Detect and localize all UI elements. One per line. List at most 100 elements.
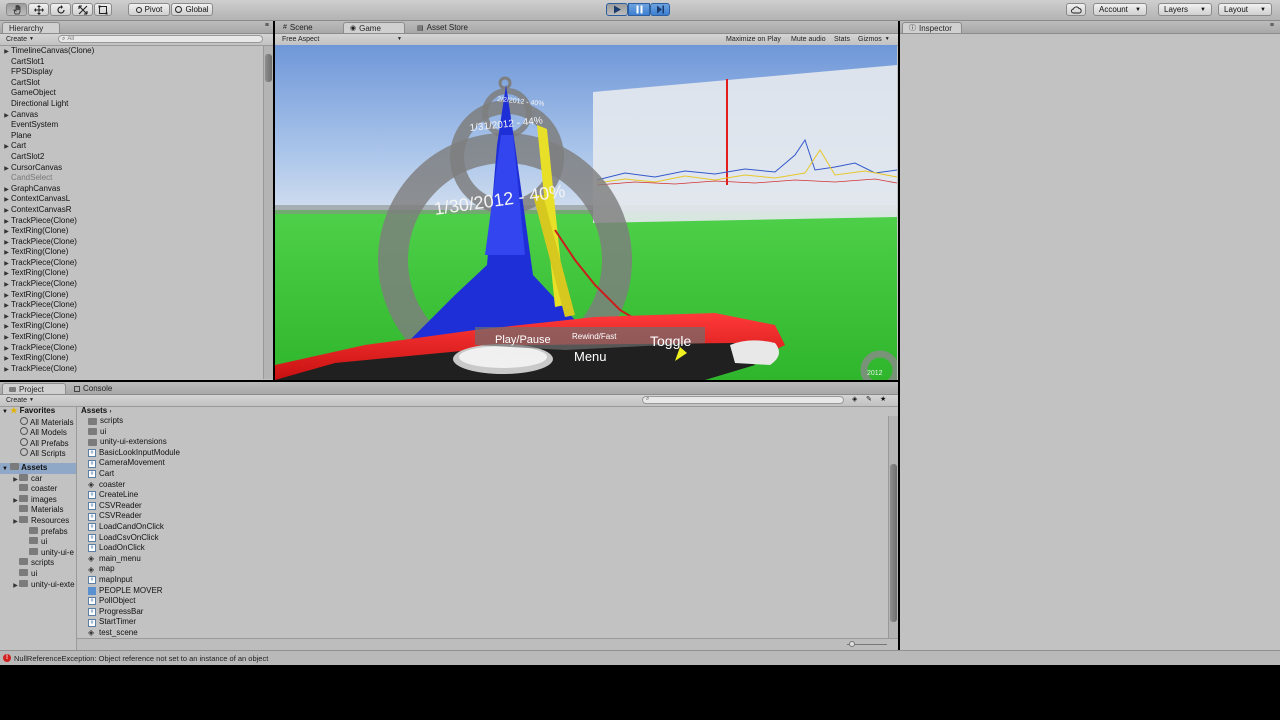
- folder-tree-item[interactable]: ui: [0, 568, 76, 580]
- hierarchy-item[interactable]: ▶ TimelineCanvas(Clone): [2, 46, 260, 57]
- folder-tree-item[interactable]: scripts: [0, 558, 76, 569]
- aspect-dropdown[interactable]: Free Aspect ▼: [279, 35, 405, 43]
- scale-tool-button[interactable]: [72, 3, 93, 16]
- hierarchy-item[interactable]: GameObject: [2, 88, 260, 99]
- hierarchy-item[interactable]: FPSDisplay: [2, 67, 260, 78]
- asset-scroll-thumb[interactable]: [890, 464, 897, 622]
- hierarchy-item[interactable]: ▶ ContextCanvasR: [2, 205, 260, 216]
- icon-size-slider-thumb[interactable]: [849, 641, 855, 647]
- asset-item[interactable]: # PollObject: [88, 596, 878, 607]
- hierarchy-item[interactable]: Directional Light: [2, 99, 260, 110]
- hierarchy-item[interactable]: EventSystem: [2, 120, 260, 131]
- hierarchy-item[interactable]: ▶ TextRing(Clone): [2, 290, 260, 301]
- hierarchy-scroll-thumb[interactable]: [265, 54, 272, 82]
- tab-console[interactable]: Console: [68, 383, 128, 394]
- maximize-on-play-toggle[interactable]: Maximize on Play: [723, 35, 784, 43]
- cloud-button[interactable]: [1066, 3, 1086, 16]
- hand-tool-button[interactable]: [6, 3, 27, 16]
- asset-item[interactable]: # CameraMovement: [88, 458, 878, 469]
- hierarchy-item[interactable]: ▶ TextRing(Clone): [2, 247, 260, 258]
- favorites-header[interactable]: ▼ ★ Favorites: [0, 406, 76, 417]
- mute-audio-toggle[interactable]: Mute audio: [788, 35, 829, 43]
- account-dropdown[interactable]: Account ▼: [1093, 3, 1147, 16]
- hierarchy-item[interactable]: ▶ Canvas: [2, 110, 260, 121]
- status-bar[interactable]: ! NullReferenceException: Object referen…: [0, 650, 1280, 665]
- hierarchy-item[interactable]: Plane: [2, 131, 260, 142]
- folder-tree-item[interactable]: ▶ Resources: [0, 515, 76, 527]
- favorite-item[interactable]: All Prefabs: [0, 437, 76, 449]
- asset-item[interactable]: scripts: [88, 416, 878, 427]
- step-button[interactable]: [650, 3, 670, 16]
- hierarchy-item[interactable]: ▶ TrackPiece(Clone): [2, 311, 260, 322]
- game-render[interactable]: 2/2/2012 - 40% 1/31/2012 - 44% 1/30/2012…: [275, 45, 897, 380]
- asset-item[interactable]: ui: [88, 427, 878, 438]
- hierarchy-item[interactable]: CartSlot2: [2, 152, 260, 163]
- asset-item[interactable]: # LoadCandOnClick: [88, 522, 878, 533]
- global-toggle-button[interactable]: Global: [171, 3, 213, 16]
- asset-item[interactable]: unity-ui-extensions: [88, 437, 878, 448]
- pause-button[interactable]: [628, 3, 650, 16]
- chevron-right-icon[interactable]: ▶: [2, 365, 11, 376]
- asset-scrollbar[interactable]: [888, 416, 898, 638]
- folder-tree-item[interactable]: ▶ unity-ui-exte: [0, 579, 76, 592]
- stats-toggle[interactable]: Stats: [831, 35, 853, 43]
- hierarchy-item[interactable]: ▶ TextRing(Clone): [2, 268, 260, 279]
- asset-item[interactable]: # BasicLookInputModule: [88, 448, 878, 459]
- tab-asset-store[interactable]: ▤ Asset Store: [411, 22, 481, 33]
- favorite-item[interactable]: All Models: [0, 427, 76, 438]
- asset-item[interactable]: # CreateLine: [88, 490, 878, 501]
- filter-type-icon[interactable]: ◈: [852, 395, 857, 403]
- layout-dropdown[interactable]: Layout ▼: [1218, 3, 1272, 16]
- rect-tool-button[interactable]: [94, 3, 112, 16]
- asset-item[interactable]: # Cart: [88, 469, 878, 480]
- tab-project[interactable]: Project: [2, 383, 66, 394]
- favorite-item[interactable]: All Scripts: [0, 448, 76, 459]
- hierarchy-item[interactable]: ▶ GraphCanvas: [2, 184, 260, 195]
- chevron-right-icon[interactable]: ▶: [12, 581, 19, 592]
- asset-item[interactable]: # LoadCsvOnClick: [88, 533, 878, 544]
- hierarchy-item[interactable]: ▶ ContextCanvasL: [2, 194, 260, 205]
- asset-item[interactable]: ◈ main_menu: [88, 554, 878, 565]
- asset-item[interactable]: # ProgressBar: [88, 607, 878, 618]
- hierarchy-search-input[interactable]: [65, 36, 250, 42]
- asset-item[interactable]: # LoadOnClick: [88, 543, 878, 554]
- hierarchy-scrollbar[interactable]: [263, 46, 273, 379]
- hierarchy-item[interactable]: ▶ TrackPiece(Clone): [2, 279, 260, 290]
- hierarchy-item[interactable]: ▶ TrackPiece(Clone): [2, 216, 260, 227]
- favorite-star-icon[interactable]: ★: [880, 395, 886, 403]
- hierarchy-item[interactable]: ▶ TrackPiece(Clone): [2, 258, 260, 269]
- hierarchy-item[interactable]: ▶ TextRing(Clone): [2, 226, 260, 237]
- hierarchy-item[interactable]: ▶ TrackPiece(Clone): [2, 343, 260, 354]
- folder-tree-item[interactable]: Materials: [0, 505, 76, 516]
- hierarchy-item[interactable]: ▶ TextRing(Clone): [2, 321, 260, 332]
- favorite-item[interactable]: All Materials: [0, 416, 76, 428]
- hierarchy-item[interactable]: ▶ CursorCanvas: [2, 163, 260, 174]
- hierarchy-item[interactable]: CandSelect: [2, 173, 260, 184]
- folder-tree-item[interactable]: coaster: [0, 484, 76, 495]
- asset-item[interactable]: # StartTimer: [88, 617, 878, 628]
- hierarchy-item[interactable]: ▶ TrackPiece(Clone): [2, 237, 260, 248]
- hierarchy-item[interactable]: ▶ TextRing(Clone): [2, 353, 260, 364]
- pivot-toggle-button[interactable]: Pivot: [128, 3, 170, 16]
- hierarchy-item[interactable]: ▶ TextRing(Clone): [2, 332, 260, 343]
- assets-root-item[interactable]: ▼ Assets: [0, 462, 76, 474]
- asset-item[interactable]: ◈ test_scene: [88, 628, 878, 639]
- panel-menu-icon[interactable]: ≡: [265, 22, 269, 29]
- gizmos-dropdown[interactable]: Gizmos ▼: [855, 35, 893, 43]
- hierarchy-item[interactable]: CartSlot: [2, 78, 260, 89]
- rotate-tool-button[interactable]: [50, 3, 71, 16]
- asset-item[interactable]: # CSVReader: [88, 501, 878, 512]
- hierarchy-item[interactable]: ▶ TrackPiece(Clone): [2, 300, 260, 311]
- hierarchy-item[interactable]: ▶ TrackPiece(Clone): [2, 364, 260, 375]
- tab-scene[interactable]: # Scene: [277, 22, 337, 33]
- project-search-field[interactable]: ⌕: [642, 396, 844, 404]
- play-button[interactable]: [606, 3, 628, 16]
- folder-tree-item[interactable]: ui: [0, 537, 76, 548]
- asset-item[interactable]: ◈ map: [88, 564, 878, 575]
- asset-item[interactable]: # CSVReader: [88, 511, 878, 522]
- asset-item[interactable]: ◈ coaster: [88, 480, 878, 491]
- folder-tree-item[interactable]: prefabs: [0, 526, 76, 538]
- layers-dropdown[interactable]: Layers ▼: [1158, 3, 1212, 16]
- hierarchy-create-button[interactable]: Create ▼: [3, 35, 37, 43]
- project-create-button[interactable]: Create ▼: [3, 396, 37, 404]
